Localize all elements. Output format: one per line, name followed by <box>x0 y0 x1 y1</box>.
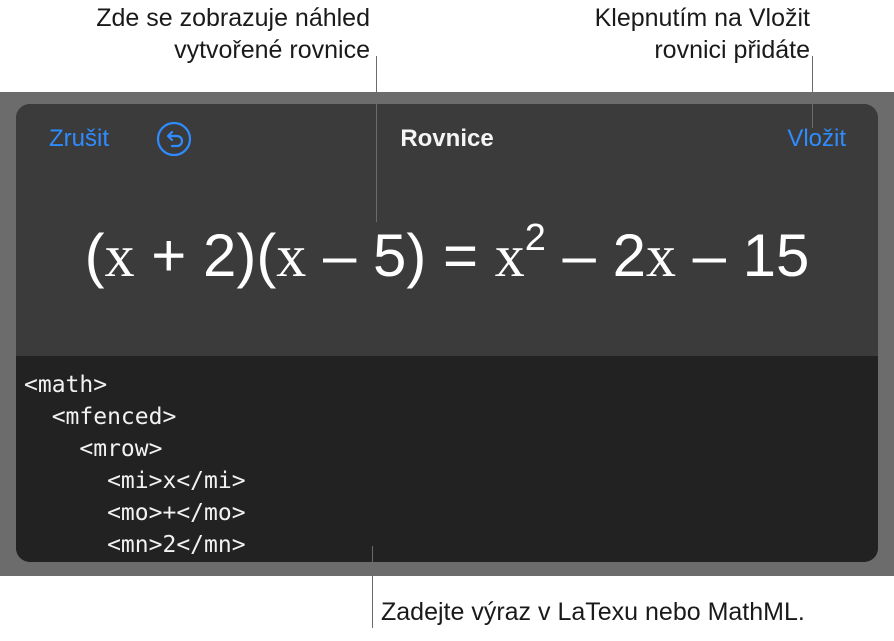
code-line: <mi>x</mi> <box>24 468 246 494</box>
input-leader-line <box>372 546 373 628</box>
equation-var-x: x <box>104 223 135 289</box>
insert-callout: Klepnutím na Vložit rovnici přidáte <box>520 2 810 66</box>
equation-dialog: Zrušit Rovnice Vložit (x + 2)(x – 5) = x… <box>16 104 878 562</box>
equation-exponent: 2 <box>524 217 546 259</box>
insert-callout-line-2: rovnici přidáte <box>654 36 810 64</box>
equation-var-x: x <box>276 223 307 289</box>
insert-button[interactable]: Vložit <box>787 125 846 153</box>
insert-leader-line <box>812 56 813 128</box>
code-line: <math> <box>24 372 108 398</box>
equation-term: + 2) <box>134 222 257 289</box>
code-line: <mo>+</mo> <box>24 500 246 526</box>
equation-var-x: x <box>645 223 676 289</box>
equation-open-paren: ( <box>256 222 277 289</box>
equation-open-paren: ( <box>84 222 105 289</box>
equation-term: – 2 <box>545 222 646 289</box>
input-callout: Zadejte výraz v LaTexu nebo MathML. <box>381 598 805 626</box>
code-line: <mfenced> <box>24 404 177 430</box>
dialog-title: Rovnice <box>400 125 494 152</box>
insert-callout-line-1: Klepnutím na Vložit <box>594 4 810 32</box>
preview-callout: Zde se zobrazuje náhled vytvořené rovnic… <box>30 2 370 66</box>
preview-callout-line-2: vytvořené rovnice <box>174 36 370 64</box>
equation-term: – 5) = <box>306 222 495 289</box>
dialog-header-preview: Zrušit Rovnice Vložit (x + 2)(x – 5) = x… <box>16 104 878 356</box>
equation-term: – 15 <box>675 222 810 289</box>
code-line: <mrow> <box>24 436 163 462</box>
equation-preview: (x + 2)(x – 5) = x2 – 2x – 15 <box>16 214 878 298</box>
equation-var-x: x <box>494 223 525 289</box>
preview-callout-line-1: Zde se zobrazuje náhled <box>96 4 370 32</box>
code-line: <mn>2</mn> <box>24 532 246 558</box>
preview-leader-line <box>376 56 377 222</box>
equation-code-input[interactable]: <math> <mfenced> <mrow> <mi>x</mi> <mo>+… <box>16 356 878 562</box>
